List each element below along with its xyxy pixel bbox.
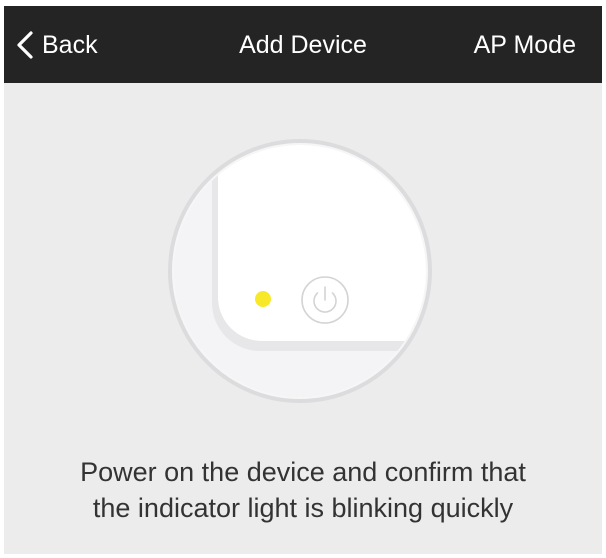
- back-label: Back: [42, 31, 98, 59]
- indicator-light-icon: [255, 291, 271, 307]
- add-device-screen: Back Add Device AP Mode Power on the dev…: [4, 6, 602, 554]
- back-button[interactable]: Back: [14, 26, 98, 64]
- instruction-line-2: the indicator light is blinking quickly: [92, 493, 514, 523]
- instruction-text: Power on the device and confirm that the…: [4, 454, 602, 526]
- instruction-line-1: Power on the device and confirm that: [80, 457, 526, 487]
- chevron-left-icon: [17, 31, 33, 59]
- navigation-bar: Back Add Device AP Mode: [4, 6, 602, 83]
- ap-mode-button[interactable]: AP Mode: [474, 26, 576, 64]
- device-illustration: [168, 139, 432, 403]
